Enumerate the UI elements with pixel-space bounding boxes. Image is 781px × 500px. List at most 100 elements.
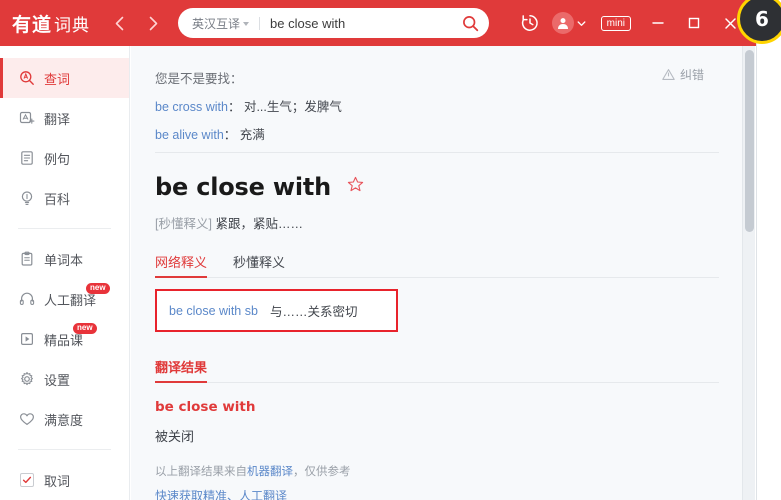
sidebar-item-label: 单词本	[44, 252, 84, 268]
sidebar-divider-2	[18, 449, 111, 450]
heart-icon	[18, 411, 35, 428]
sidebar-item-shezhi[interactable]: 设置	[0, 359, 129, 399]
search-divider	[259, 16, 261, 30]
maximize-icon	[688, 17, 700, 29]
sidebar: 查词 翻译 例句 百科 单词本 人工翻译 new 精品课 new 设置 满意度 …	[0, 46, 130, 500]
sidebar-item-jingpinke[interactable]: 精品课 new	[0, 319, 129, 359]
video-play-icon	[18, 331, 35, 348]
sidebar-item-liju[interactable]: 例句	[0, 138, 129, 178]
human-translation-promo: 快速获取精准、人工翻译	[155, 487, 714, 500]
highlight-annotation-box: be close with sb 与……关系密切	[155, 289, 398, 332]
quick-definition: [秒懂释义] 紧跟，紧贴……	[155, 213, 714, 232]
language-pair-selector[interactable]: 英汉互译	[192, 15, 250, 32]
machine-translation-link[interactable]: 机器翻译	[247, 466, 293, 478]
app-logo-main: 有道	[12, 13, 53, 36]
suggestion-row: be cross with： 对...生气；发脾气	[155, 96, 714, 115]
sidebar-item-manyidu[interactable]: 满意度	[0, 399, 129, 439]
annotation-term-link[interactable]: be close with sb	[169, 304, 258, 318]
search-icon	[462, 15, 478, 31]
suggestion-term-link[interactable]: be alive with	[155, 128, 224, 142]
translation-source-term: be close with	[155, 399, 256, 415]
window-right-edge	[756, 0, 781, 500]
suggestion-heading: 您是不是要找：	[155, 72, 243, 86]
sidebar-item-label: 设置	[44, 372, 71, 388]
maximize-button[interactable]	[677, 8, 711, 38]
quick-definition-tag: [秒懂释义]	[155, 217, 212, 231]
sidebar-item-rengongfanyi[interactable]: 人工翻译 new	[0, 279, 129, 319]
sidebar-item-label: 例句	[44, 151, 71, 167]
suggestion-separator: ：	[227, 100, 241, 114]
report-error-button[interactable]: 纠错	[662, 66, 704, 83]
translation-disclaimer: 以上翻译结果来自机器翻译，仅供参考	[155, 463, 714, 479]
app-logo: 有道 词典	[12, 10, 90, 37]
tab-label: 网络释义	[155, 255, 208, 270]
headword-row: be close with	[155, 173, 714, 201]
human-translation-link[interactable]: 快速获取精准、人工翻译	[155, 489, 287, 500]
disclaimer-post: ，仅供参考	[293, 466, 351, 478]
suggestion-separator: ：	[223, 128, 237, 142]
suggestion-row: be alive with： 充满	[155, 124, 714, 143]
chevron-down-icon	[243, 22, 250, 26]
search-button[interactable]	[457, 10, 483, 36]
suggestion-gloss: 对...生气；发脾气	[243, 100, 342, 114]
document-lines-icon	[18, 150, 35, 167]
close-icon	[724, 17, 736, 29]
favorite-button[interactable]	[347, 176, 364, 198]
translate-icon	[18, 110, 35, 127]
report-error-label: 纠错	[679, 68, 704, 82]
sidebar-divider	[18, 228, 111, 229]
language-pair-label: 英汉互译	[192, 16, 241, 31]
chevron-left-icon	[115, 16, 123, 30]
suggestion-gloss: 充满	[239, 128, 265, 142]
sidebar-item-label: 查词	[44, 71, 71, 87]
forward-button[interactable]	[142, 12, 164, 34]
titlebar-right-controls: mini	[514, 8, 747, 38]
warning-triangle-icon	[662, 69, 675, 80]
chevron-right-icon	[149, 16, 157, 30]
notebook-icon	[18, 251, 35, 268]
chevron-down-icon	[577, 20, 586, 26]
app-logo-sub: 词典	[54, 15, 91, 36]
minimize-icon	[652, 22, 664, 24]
sidebar-toggle-label: 取词	[44, 473, 71, 489]
sidebar-item-label: 满意度	[44, 412, 84, 428]
lightbulb-icon	[18, 190, 35, 207]
scrollbar-thumb[interactable]	[745, 50, 754, 232]
gear-icon	[18, 371, 35, 388]
suggestion-term-link[interactable]: be cross with	[155, 100, 228, 114]
new-badge: new	[86, 283, 110, 294]
youdao-dictionary-window: 有道 词典 英汉互译 be close with mini 查词 翻译 例句 百…	[0, 0, 781, 500]
mini-mode-button[interactable]: mini	[600, 15, 631, 31]
sidebar-item-fanyi[interactable]: 翻译	[0, 98, 129, 138]
sidebar-item-label: 翻译	[44, 111, 71, 127]
translation-result-text: 被关闭	[155, 429, 195, 444]
history-clock-icon	[521, 15, 538, 31]
tab-wangluoshiyi[interactable]: 网络释义	[155, 252, 208, 278]
page-title: be close with	[155, 173, 332, 201]
tab-miaodongshiyi[interactable]: 秒懂释义	[233, 252, 285, 278]
new-badge: new	[73, 323, 97, 334]
user-avatar-icon	[557, 18, 568, 29]
annotation-gloss: 与……关系密切	[269, 305, 358, 319]
section-rule	[155, 382, 719, 383]
sidebar-item-danciben[interactable]: 单词本	[0, 239, 129, 279]
result-content: 纠错 您是不是要找： be cross with： 对...生气；发脾气 be …	[131, 46, 742, 500]
sidebar-item-chaci[interactable]: 查词	[0, 58, 129, 98]
search-input[interactable]	[270, 15, 458, 31]
sidebar-item-baike[interactable]: 百科	[0, 178, 129, 218]
account-menu[interactable]	[551, 12, 587, 34]
translation-section: 翻译结果	[155, 357, 719, 383]
search-circle-icon	[18, 70, 35, 87]
floating-timer-label: 6	[755, 7, 769, 31]
title-bar: 有道 词典 英汉互译 be close with mini	[0, 0, 757, 46]
content-scrollbar[interactable]	[742, 46, 755, 500]
definition-tabs: 网络释义 秒懂释义	[155, 252, 714, 278]
search-bar: 英汉互译	[178, 8, 490, 38]
content-divider	[155, 152, 719, 153]
star-outline-icon	[347, 176, 364, 192]
back-button[interactable]	[108, 12, 130, 34]
tab-label: 秒懂释义	[233, 255, 286, 270]
sidebar-toggle-quci[interactable]: 取词	[0, 460, 129, 500]
minimize-button[interactable]	[641, 8, 675, 38]
history-button[interactable]	[514, 8, 546, 38]
